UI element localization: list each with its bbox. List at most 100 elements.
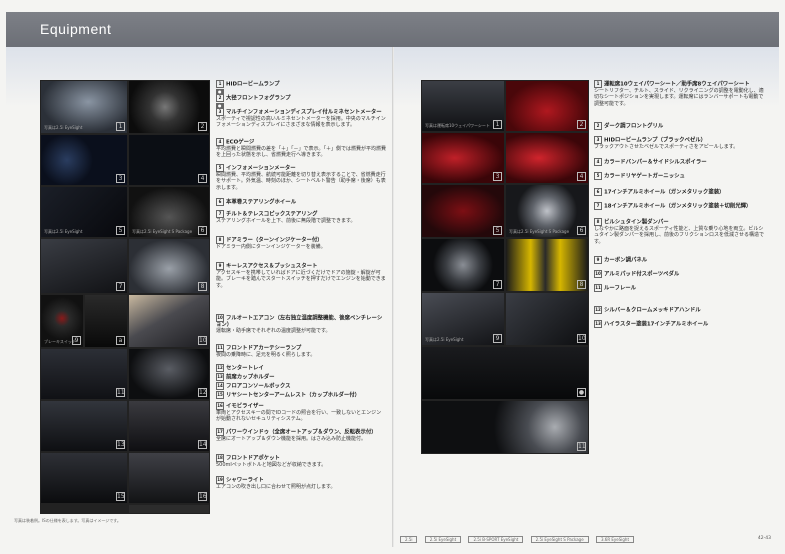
item-number: 16: [216, 402, 224, 410]
photo-number: 10: [577, 334, 586, 343]
item-title: 9 カーボン調パネル: [594, 256, 766, 264]
photo-number: 4: [198, 174, 207, 183]
photo-number: 11: [577, 442, 586, 451]
right-photo: 3: [421, 132, 505, 184]
item-number: 6: [594, 188, 602, 196]
item-title: 5 カラードリヤゲートガーニッシュ: [594, 172, 766, 180]
item-title: 1 運転席10ウェイパワーシート／助手席8ウェイパワーシート: [594, 80, 766, 88]
photo-number: 3: [493, 172, 502, 181]
item-title: 16 イモビライザー: [216, 402, 386, 410]
photo-number: 6: [577, 226, 586, 235]
item-title-text: カラードリヤゲートガーニッシュ: [604, 173, 685, 180]
item-title-text: マルチインフォメーションディスプレイ付ルミネセントメーター: [226, 109, 382, 116]
photo-number: 16: [198, 492, 207, 501]
item-number: 4: [594, 158, 602, 166]
item-number: 12: [594, 306, 602, 314]
right-photo: 7: [421, 238, 505, 292]
item-title-text: ルーフレール: [604, 285, 637, 292]
item-title: 6 17インチアルミホイール（ガンメタリック塗装）: [594, 188, 766, 196]
item-number: 10: [216, 314, 224, 322]
photo-number: 15: [116, 492, 125, 501]
item-number: 2: [216, 94, 224, 102]
left-photo: 8: [128, 238, 210, 294]
item-title-text: ハイラスター塗装17インチアルミホイール: [604, 321, 709, 328]
item-number: 2: [594, 122, 602, 130]
item-title-text: 運転席10ウェイパワーシート／助手席8ウェイパワーシート: [604, 81, 750, 88]
item-title-text: ECOゲージ: [226, 139, 255, 146]
photo-number: 12: [198, 388, 207, 397]
item-title-text: 大径フロントフォグランプ: [226, 95, 291, 102]
left-photo: 14: [128, 400, 210, 452]
left-photo: 2: [128, 80, 210, 134]
item-title: 17 パワーウインドゥ（全席オートアップ＆ダウン、反転表示付）: [216, 428, 386, 436]
right-photo: 写真は2.5i EyeSight S Package 6: [505, 184, 589, 238]
item-title-text: センタートレイ: [226, 365, 264, 372]
item-title-text: カラードバンパー＆サイドシルスポイラー: [604, 159, 707, 166]
right-photo: 10: [505, 292, 589, 346]
section-title: Equipment: [40, 21, 112, 37]
item-title: 2 ダーク調フロントグリル: [594, 122, 766, 130]
left-photo: 7: [40, 238, 128, 294]
item-title-text: フルオートエアコン（左右独立温度調整機能、後席ベンチレーション）: [216, 315, 383, 329]
photo-number: 6: [198, 226, 207, 235]
item-desc: ステアリングホイールを上下、前後に無段階で調整できます。: [216, 218, 356, 224]
left-photo: 16: [128, 452, 210, 504]
equipment-item: 11 ルーフレール: [594, 284, 766, 292]
item-title: 1 HIDロービームランプ: [216, 80, 386, 88]
grade-label: 3.6R EyeSight: [595, 536, 635, 543]
photo-caption: 写真は2.5i EyeSight: [44, 125, 83, 130]
photo-number: a: [116, 336, 125, 345]
equipment-item: 7 チルト＆テレスコピックステアリング ステアリングホイールを上下、前後に無段階で調…: [216, 210, 386, 224]
item-number: 9: [216, 262, 224, 270]
photo-caption: 写真は2.5i EyeSight: [44, 229, 83, 234]
photo-number: 1: [116, 122, 125, 131]
item-desc: 夜間の乗降時に、足元を明るく照らします。: [216, 352, 316, 358]
left-photo: ブレーキスイッチ 9: [40, 294, 84, 348]
footnote: 写真は装着例。ISの仕様を表します。写真はイメージです。: [14, 518, 121, 523]
right-photo: 2: [505, 80, 589, 132]
item-number: 5: [594, 172, 602, 180]
item-title: 15 リヤシートセンターアームレスト（カップホルダー付）: [216, 391, 386, 399]
photo-number: 8: [198, 282, 207, 291]
photo-number: 5: [493, 226, 502, 235]
equipment-item: 1 運転席10ウェイパワーシート／助手席8ウェイパワーシート シートリフター、チルト…: [594, 80, 766, 107]
photo-number: 8: [577, 280, 586, 289]
equipment-item: 3 HIDロービームランプ（ブラックベゼル） ブラックアウトさせたベゼルでスポーティ…: [594, 136, 766, 150]
item-number: 13: [594, 320, 602, 328]
item-title-text: 前席カップホルダー: [226, 374, 275, 381]
item-desc: ドアミラー内側にターンインジケーターを装備。: [216, 244, 326, 250]
item-title-text: 本革巻ステアリングホイール: [226, 199, 297, 206]
item-number: 14: [216, 382, 224, 390]
item-title: 3 HIDロービームランプ（ブラックベゼル）: [594, 136, 766, 144]
grade-legend: 2.5i 2.5i EyeSight 2.5i B-SPORT EyeSight…: [400, 536, 640, 543]
right-photo: 8: [505, 238, 589, 292]
photo-number: 2: [577, 120, 586, 129]
item-title: 11 フロントドアカーテシーランプ: [216, 344, 386, 352]
item-desc: 全席にオートアップ＆ダウン機能を採用。はさみ込み防止機能付。: [216, 436, 367, 442]
item-title: 12 センタートレイ: [216, 364, 386, 372]
equipment-item: 10 フルオートエアコン（左右独立温度調整機能、後席ベンチレーション） 運転席・助手…: [216, 314, 386, 335]
photo-number: 13: [116, 440, 125, 449]
item-title-text: カーボン調パネル: [604, 257, 648, 264]
item-title-text: キーレスアクセス＆プッシュスタート: [226, 263, 318, 270]
left-photo: [128, 504, 210, 514]
equipment-item: 12 センタートレイ: [216, 364, 386, 372]
photo-number: 5: [116, 226, 125, 235]
item-number: 6: [216, 198, 224, 206]
item-number: 11: [594, 284, 602, 292]
equipment-item: 10 アルミパッド付スポーツペダル: [594, 270, 766, 278]
equipment-item: 8 ドアミラー（ターンインジケーター付） ドアミラー内側にターンインジケーターを装備…: [216, 236, 386, 250]
left-photo: 写真は2.5i EyeSight 1: [40, 80, 128, 134]
section-header: Equipment: [6, 12, 779, 47]
left-photo: 15: [40, 452, 128, 504]
grade-label: 2.5i: [400, 536, 418, 543]
item-title-text: ダーク調フロントグリル: [604, 123, 664, 130]
left-photo: 写真は2.5i EyeSight 5: [40, 186, 128, 238]
photo-number: 2: [198, 122, 207, 131]
left-photo: a: [84, 294, 128, 348]
item-title: 9 キーレスアクセス＆プッシュスタート: [216, 262, 386, 270]
photo-number: 1: [493, 120, 502, 129]
grade-label: 2.5i EyeSight: [424, 536, 462, 543]
photo-number: 9: [72, 336, 81, 345]
equipment-item: 19 シャワーライト エアコンの吹き出し口に合わせて照明が点灯します。: [216, 476, 386, 490]
